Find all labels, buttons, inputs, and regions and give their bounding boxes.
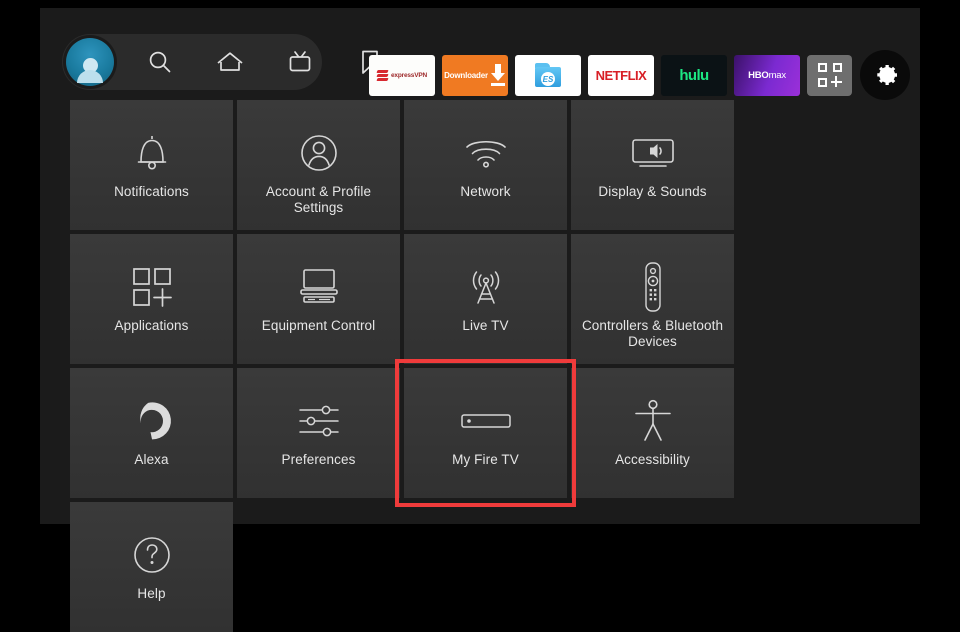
tile-label: Applications xyxy=(114,318,189,333)
accessibility-person-icon xyxy=(632,390,674,452)
remote-control-icon xyxy=(640,256,666,318)
app-shortcut-row: expressVPN Downloader ES NETFLIX hulu HB… xyxy=(369,50,910,100)
app-expressvpn[interactable]: expressVPN xyxy=(369,54,435,96)
tv-soundbar-icon xyxy=(295,256,343,318)
tile-label: Network xyxy=(460,184,511,199)
netflix-label: NETFLIX xyxy=(595,67,647,83)
es-file-explorer-label: ES xyxy=(541,72,555,86)
tile-label: Alexa xyxy=(134,452,169,467)
tile-label: My Fire TV xyxy=(452,452,519,467)
app-grid-plus-icon xyxy=(817,63,842,87)
avatar-body-icon xyxy=(77,70,103,83)
tile-equipment-control[interactable]: Equipment Control xyxy=(237,234,400,364)
display-speaker-icon xyxy=(628,122,678,184)
tile-live-tv[interactable]: Live TV xyxy=(404,234,567,364)
app-hbo-max[interactable]: HBOmax xyxy=(734,54,800,96)
profile-avatar[interactable] xyxy=(66,38,114,86)
app-grid-plus-icon xyxy=(131,256,173,318)
app-es-file-explorer[interactable]: ES xyxy=(515,54,581,96)
app-netflix[interactable]: NETFLIX xyxy=(588,54,654,96)
expressvpn-logo-icon: expressVPN xyxy=(376,69,427,81)
fire-tv-screen: expressVPN Downloader ES NETFLIX hulu HB… xyxy=(40,8,920,632)
tile-label: Notifications xyxy=(114,184,189,199)
tile-label: Display & Sounds xyxy=(598,184,707,199)
search-icon[interactable] xyxy=(136,38,184,86)
all-apps-button[interactable] xyxy=(807,54,852,96)
alexa-ring-icon xyxy=(130,390,174,452)
app-downloader[interactable]: Downloader xyxy=(442,54,508,96)
tile-label: Account & Profile Settings xyxy=(265,184,372,216)
fire-tv-stick-icon xyxy=(459,390,513,452)
settings-tile-grid: Notifications Account & Profile Settings xyxy=(70,100,890,632)
broadcast-tower-icon xyxy=(464,256,508,318)
tile-label: Live TV xyxy=(462,318,509,333)
tv-icon[interactable] xyxy=(276,38,324,86)
avatar xyxy=(66,38,114,86)
app-hulu[interactable]: hulu xyxy=(661,54,727,96)
hbo-max-label: HBOmax xyxy=(748,69,786,81)
download-arrow-icon xyxy=(490,64,506,86)
nav-icon-row xyxy=(62,34,394,90)
tile-controllers-bluetooth-devices[interactable]: Controllers & Bluetooth Devices xyxy=(571,234,734,364)
top-navigation-bar: expressVPN Downloader ES NETFLIX hulu HB… xyxy=(40,28,920,100)
expressvpn-label: expressVPN xyxy=(391,71,427,79)
tile-account-profile-settings[interactable]: Account & Profile Settings xyxy=(237,100,400,230)
wifi-icon xyxy=(463,122,509,184)
tile-help[interactable]: Help xyxy=(70,502,233,632)
home-icon[interactable] xyxy=(206,38,254,86)
downloader-label: Downloader xyxy=(444,70,488,80)
es-file-explorer-logo-icon: ES xyxy=(535,63,561,87)
tile-alexa[interactable]: Alexa xyxy=(70,368,233,498)
tile-label: Accessibility xyxy=(615,452,690,467)
tile-network[interactable]: Network xyxy=(404,100,567,230)
tile-applications[interactable]: Applications xyxy=(70,234,233,364)
tile-label: Equipment Control xyxy=(261,318,376,333)
tile-notifications[interactable]: Notifications xyxy=(70,100,233,230)
settings-button[interactable] xyxy=(860,50,910,100)
tile-preferences[interactable]: Preferences xyxy=(237,368,400,498)
sliders-icon xyxy=(296,390,342,452)
tile-label: Controllers & Bluetooth Devices xyxy=(581,318,724,350)
gear-icon xyxy=(877,65,897,85)
tile-accessibility[interactable]: Accessibility xyxy=(571,368,734,498)
tile-label: Preferences xyxy=(281,452,356,467)
bell-icon xyxy=(132,122,172,184)
tile-my-fire-tv[interactable]: My Fire TV xyxy=(395,359,576,507)
hulu-label: hulu xyxy=(679,66,709,84)
question-circle-icon xyxy=(130,524,174,586)
tile-display-sounds[interactable]: Display & Sounds xyxy=(571,100,734,230)
person-circle-icon xyxy=(297,122,341,184)
tile-label: Help xyxy=(137,586,166,601)
downloader-logo-icon: Downloader xyxy=(442,55,508,96)
